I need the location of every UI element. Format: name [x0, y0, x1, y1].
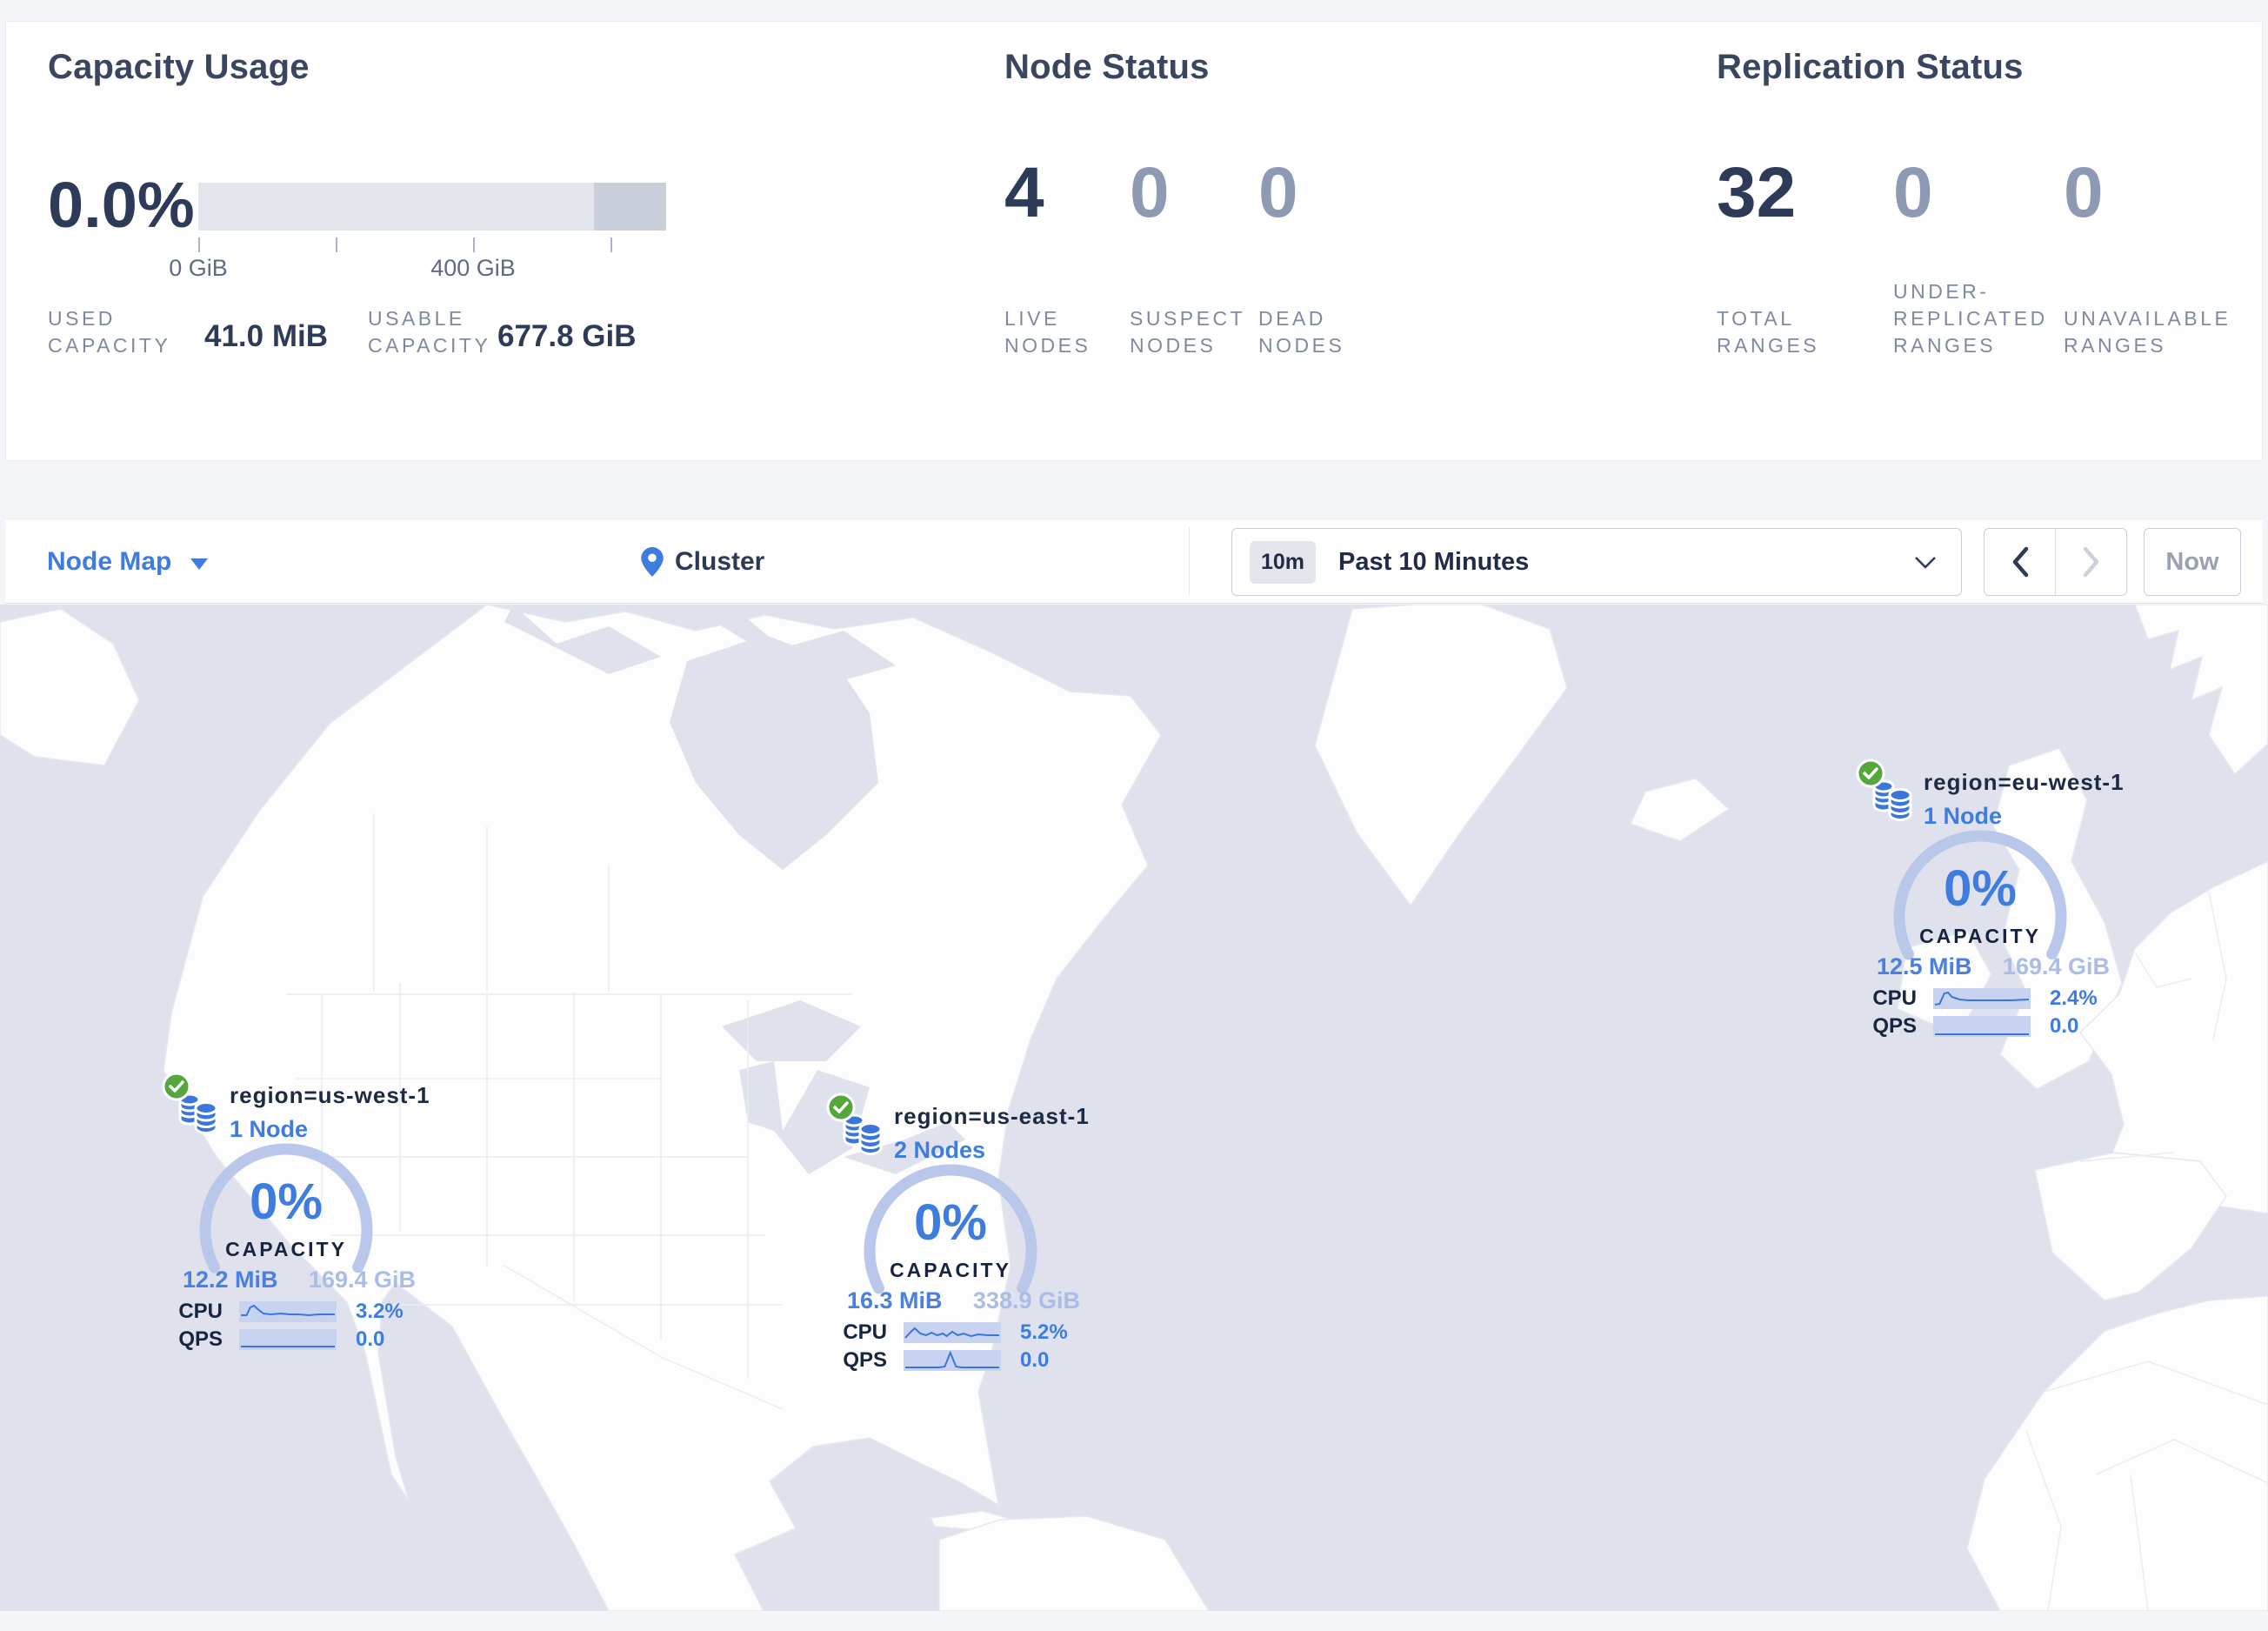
region-name: region=us-west-1 [230, 1082, 430, 1108]
health-check-icon [1856, 759, 1885, 788]
capacity-gauge: 0% CAPACITY [1889, 826, 2071, 1008]
chevron-left-icon [2012, 546, 2028, 578]
region-used-capacity: 12.2 MiB [183, 1267, 278, 1293]
capacity-gauge: 0% CAPACITY [195, 1139, 377, 1321]
cpu-value: 3.2% [356, 1300, 404, 1323]
axis-tick [336, 237, 337, 252]
capacity-gauge: 0% CAPACITY [859, 1160, 1042, 1342]
sparkline-chart [904, 1350, 1001, 1371]
axis-tick [473, 237, 475, 252]
time-step-controls [1984, 528, 2127, 596]
health-check-icon [826, 1093, 856, 1122]
region-used-capacity: 16.3 MiB [847, 1287, 943, 1313]
region-marker[interactable]: region=us-east-1 2 Nodes 0% CAPACITY 16.3 Mi… [826, 1093, 1090, 1384]
usable-capacity-value: 677.8 GiB [497, 319, 637, 353]
gauge-label: CAPACITY [890, 1259, 1011, 1281]
qps-value: 0.0 [1020, 1348, 1050, 1372]
chevron-down-icon [1915, 557, 1936, 569]
health-check-icon [162, 1072, 191, 1101]
used-capacity-label: USED CAPACITY [48, 307, 171, 357]
breadcrumb[interactable]: Cluster [641, 520, 764, 604]
qps-value: 0.0 [2050, 1014, 2079, 1038]
used-capacity-value: 41.0 MiB [204, 319, 328, 353]
region-total-capacity: 169.4 GiB [308, 1267, 416, 1293]
time-back-button[interactable] [1984, 529, 2055, 595]
region-total-capacity: 338.9 GiB [972, 1287, 1080, 1313]
region-total-capacity: 169.4 GiB [2002, 953, 2110, 979]
time-window-label: Past 10 Minutes [1338, 547, 1530, 576]
suspect-nodes-label: SUSPECT NODES [1130, 307, 1246, 357]
total-ranges-count: 32 [1717, 153, 1797, 232]
qps-label: QPS [1872, 1014, 1917, 1038]
dead-nodes-label: DEAD NODES [1258, 307, 1345, 357]
breadcrumb-label: Cluster [675, 547, 765, 576]
sparkline-chart [239, 1301, 337, 1322]
unavailable-label: UNAVAILABLE RANGES [2064, 307, 2231, 357]
cpu-label: CPU [843, 1320, 887, 1344]
unavailable-count: 0 [2064, 153, 2104, 232]
sparkline-chart [1933, 1016, 2031, 1037]
view-selector-label: Node Map [47, 547, 172, 576]
now-button[interactable]: Now [2144, 528, 2241, 596]
under-replicated-count: 0 [1893, 153, 1933, 232]
region-name: region=eu-west-1 [1924, 769, 2125, 795]
replication-status-title: Replication Status [1717, 48, 2024, 86]
time-forward-button[interactable] [2055, 529, 2126, 595]
gauge-label: CAPACITY [225, 1238, 347, 1260]
region-name: region=us-east-1 [894, 1103, 1090, 1129]
region-marker[interactable]: region=eu-west-1 1 Node 0% CAPACITY 12.5 MiB… [1856, 759, 2124, 1050]
axis-tick-label: 0 GiB [169, 255, 228, 281]
region-used-capacity: 12.5 MiB [1877, 953, 1972, 979]
under-replicated-label: UNDER- REPLICATED RANGES [1893, 280, 2048, 357]
sparkline-chart [904, 1322, 1001, 1343]
view-selector-dropdown[interactable]: Node Map [47, 520, 209, 604]
live-nodes-count: 4 [1004, 153, 1044, 232]
usable-capacity-label: USABLE CAPACITY [368, 307, 491, 357]
capacity-usage-title: Capacity Usage [48, 48, 310, 86]
live-nodes-label: LIVE NODES [1004, 307, 1091, 357]
gauge-percent: 0% [1944, 860, 2017, 917]
region-marker[interactable]: region=us-west-1 1 Node 0% CAPACITY 12.2 MiB… [162, 1072, 430, 1363]
node-map: region=us-west-1 1 Node 0% CAPACITY 12.2 MiB… [0, 605, 2268, 1611]
qps-label: QPS [843, 1348, 887, 1372]
sparkline-chart [1933, 988, 2031, 1009]
gauge-percent: 0% [914, 1194, 987, 1251]
qps-label: QPS [178, 1327, 223, 1351]
axis-tick [610, 237, 612, 252]
total-ranges-label: TOTAL RANGES [1717, 307, 1820, 357]
axis-tick-label: 400 GiB [430, 255, 516, 281]
cpu-value: 2.4% [2050, 986, 2098, 1010]
toolbar-divider [1189, 527, 1190, 596]
time-window-badge: 10m [1250, 540, 1317, 584]
cpu-label: CPU [1872, 986, 1917, 1010]
dead-nodes-count: 0 [1258, 153, 1298, 232]
capacity-bar-dark-segment [594, 183, 666, 231]
cpu-value: 5.2% [1020, 1320, 1068, 1344]
gauge-label: CAPACITY [1919, 925, 2041, 947]
capacity-bar [198, 183, 666, 231]
chevron-right-icon [2083, 546, 2098, 578]
sparkline-chart [239, 1329, 337, 1350]
time-range-selector[interactable]: 10m Past 10 Minutes [1231, 528, 1962, 596]
gauge-percent: 0% [250, 1173, 323, 1230]
cpu-label: CPU [178, 1300, 223, 1323]
capacity-used-percent: 0.0% [48, 169, 195, 241]
map-toolbar: Node Map Cluster 10m Past 10 Minutes Now [5, 520, 2263, 604]
suspect-nodes-count: 0 [1130, 153, 1170, 232]
axis-tick [198, 237, 200, 252]
node-status-title: Node Status [1004, 48, 1210, 86]
cluster-stats-panel: Capacity Usage 0.0% 0 GiB 400 GiB USED C… [5, 21, 2263, 461]
chevron-down-icon [190, 558, 209, 570]
qps-value: 0.0 [356, 1327, 385, 1351]
location-pin-icon [641, 547, 664, 577]
